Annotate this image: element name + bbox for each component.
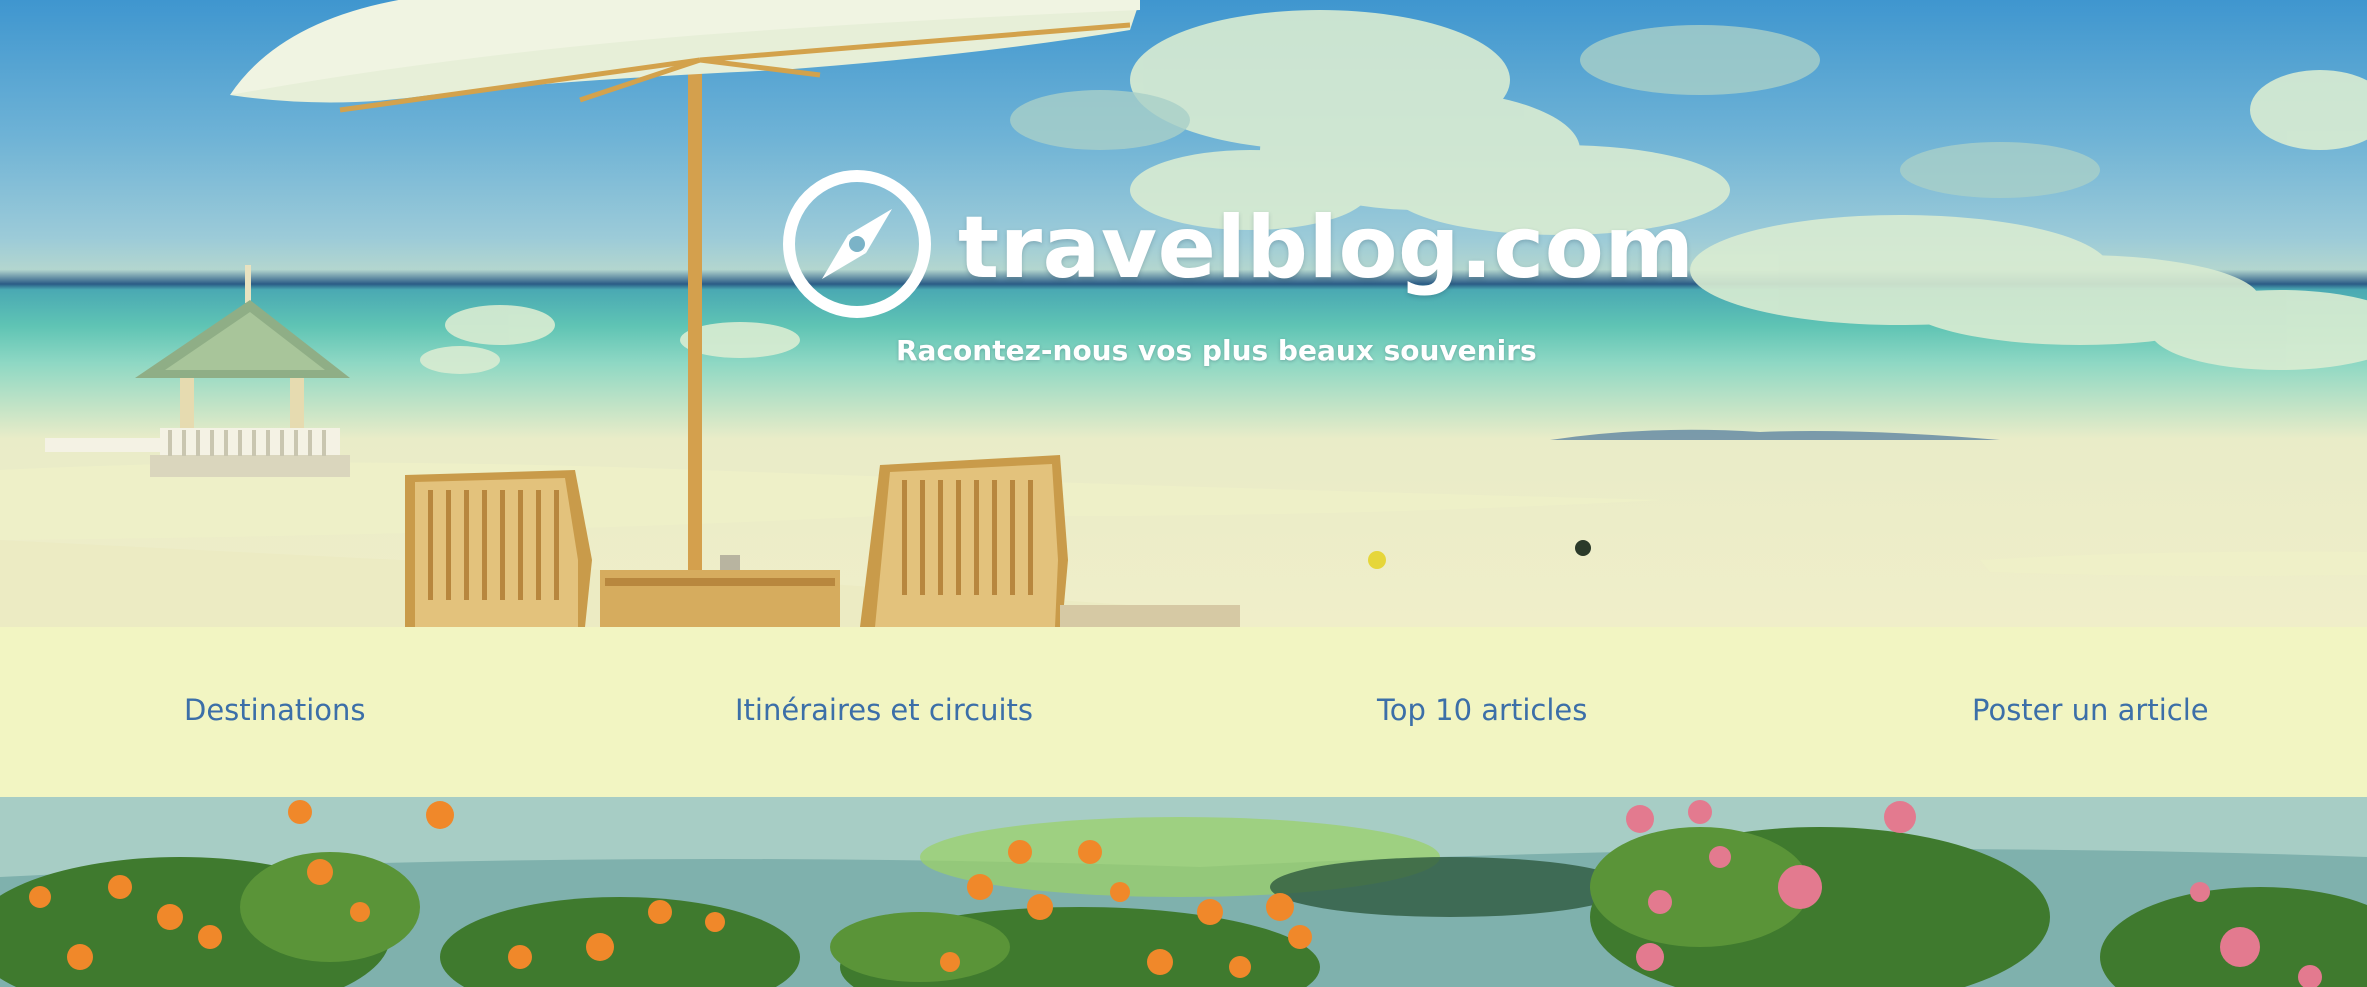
nav-link-poster-article[interactable]: Poster un article [1972, 693, 2209, 727]
site-title: travelblog.com [958, 198, 1695, 298]
compass-icon [783, 170, 931, 318]
site-tagline: Racontez-nous vos plus beaux souvenirs [896, 334, 1537, 367]
flowers-banner [0, 797, 2367, 987]
nav-link-top-10-articles[interactable]: Top 10 articles [1377, 693, 1587, 727]
nav-link-destinations[interactable]: Destinations [184, 693, 366, 727]
site-logo[interactable]: travelblog.com [782, 168, 1694, 320]
flowers-water-image [0, 797, 2367, 987]
nav-link-itineraires[interactable]: Itinéraires et circuits [735, 693, 1033, 727]
main-navigation: Destinations Itinéraires et circuits Top… [0, 627, 2367, 797]
hero-banner: travelblog.com Racontez-nous vos plus be… [0, 0, 2367, 627]
